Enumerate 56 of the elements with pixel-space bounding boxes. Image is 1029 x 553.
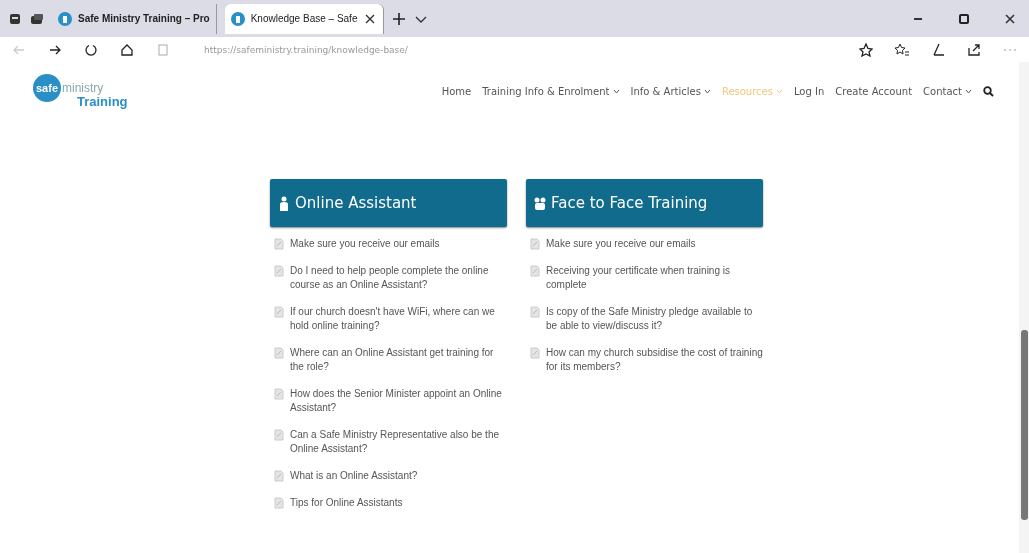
favicon-icon bbox=[58, 11, 72, 26]
search-icon[interactable] bbox=[983, 85, 994, 97]
logo-word[interactable]: safe bbox=[33, 73, 61, 102]
article-link[interactable]: Can a Safe Ministry Representative also be the Online Assistant? bbox=[290, 428, 507, 456]
tab-actions-icon[interactable] bbox=[8, 11, 22, 26]
document-icon bbox=[274, 238, 284, 250]
article-link[interactable]: Receiving your certificate when training is complete bbox=[546, 264, 763, 292]
nav-link[interactable]: Training Info & Enrolment bbox=[482, 85, 620, 97]
document-icon bbox=[274, 265, 284, 277]
nav-link[interactable]: Info & Articles bbox=[630, 85, 711, 97]
nav-link[interactable]: Create Account bbox=[835, 85, 913, 97]
section-header[interactable]: Online Assistant bbox=[270, 179, 507, 227]
document-icon bbox=[274, 306, 284, 318]
document-icon bbox=[530, 347, 540, 359]
article-link[interactable]: Make sure you receive our emails bbox=[290, 237, 440, 251]
page-icon bbox=[156, 42, 170, 57]
section-title: Face to Face Training bbox=[551, 194, 708, 212]
nav-link[interactable]: Contact bbox=[923, 85, 972, 97]
favicon-icon bbox=[230, 11, 245, 26]
document-icon bbox=[274, 429, 284, 441]
document-icon bbox=[530, 238, 540, 250]
document-icon bbox=[274, 497, 284, 509]
browser-tab[interactable]: Knowledge Base – Safe bbox=[224, 3, 385, 34]
tab-title: Safe Ministry Training – Pro bbox=[78, 13, 210, 24]
article-link[interactable]: How can my church subsidise the cost of training for its members? bbox=[546, 346, 763, 374]
article-link[interactable]: Make sure you receive our emails bbox=[546, 237, 696, 251]
document-icon bbox=[274, 347, 284, 359]
home-icon[interactable] bbox=[120, 42, 134, 57]
document-icon bbox=[274, 470, 284, 482]
people-icon bbox=[534, 195, 546, 211]
refresh-icon[interactable] bbox=[84, 42, 98, 57]
nav-link[interactable]: Home bbox=[441, 85, 472, 97]
section-title: Online Assistant bbox=[295, 194, 417, 212]
person-icon bbox=[278, 195, 290, 211]
article-link[interactable]: If our church doesn't have WiFi, where can we hold online training? bbox=[290, 305, 507, 333]
favorites-icon[interactable] bbox=[895, 42, 909, 57]
document-icon bbox=[530, 265, 540, 277]
star-icon[interactable] bbox=[859, 42, 873, 57]
article-link[interactable]: How does the Senior Minister appoint an Online Assistant? bbox=[290, 387, 507, 415]
article-link[interactable]: Tips for Online Assistants bbox=[290, 496, 403, 510]
document-icon bbox=[530, 306, 540, 318]
article-link[interactable]: What is an Online Assistant? bbox=[290, 469, 418, 483]
article-link[interactable]: Is copy of the Safe Ministry pledge available to be able to view/discuss it? bbox=[546, 305, 763, 333]
article-link[interactable]: Where can an Online Assistant get training for the role? bbox=[290, 346, 507, 374]
article-link[interactable]: Do I need to help people complete the online course as an Online Assistant? bbox=[290, 264, 507, 292]
close-icon[interactable] bbox=[1003, 11, 1017, 26]
document-icon bbox=[274, 388, 284, 400]
maximize-icon[interactable] bbox=[957, 11, 971, 26]
scrollbar-thumb[interactable] bbox=[1021, 330, 1028, 520]
tab-title: Knowledge Base – Safe bbox=[250, 13, 358, 24]
new-tab-icon[interactable] bbox=[392, 11, 407, 26]
section-header[interactable]: Face to Face Training bbox=[526, 179, 763, 227]
tabs-icon[interactable] bbox=[30, 11, 44, 26]
nav-link[interactable]: Log In bbox=[793, 85, 825, 97]
share-icon[interactable] bbox=[967, 42, 981, 57]
browser-tab[interactable]: Safe Ministry Training – Pro bbox=[52, 3, 217, 34]
